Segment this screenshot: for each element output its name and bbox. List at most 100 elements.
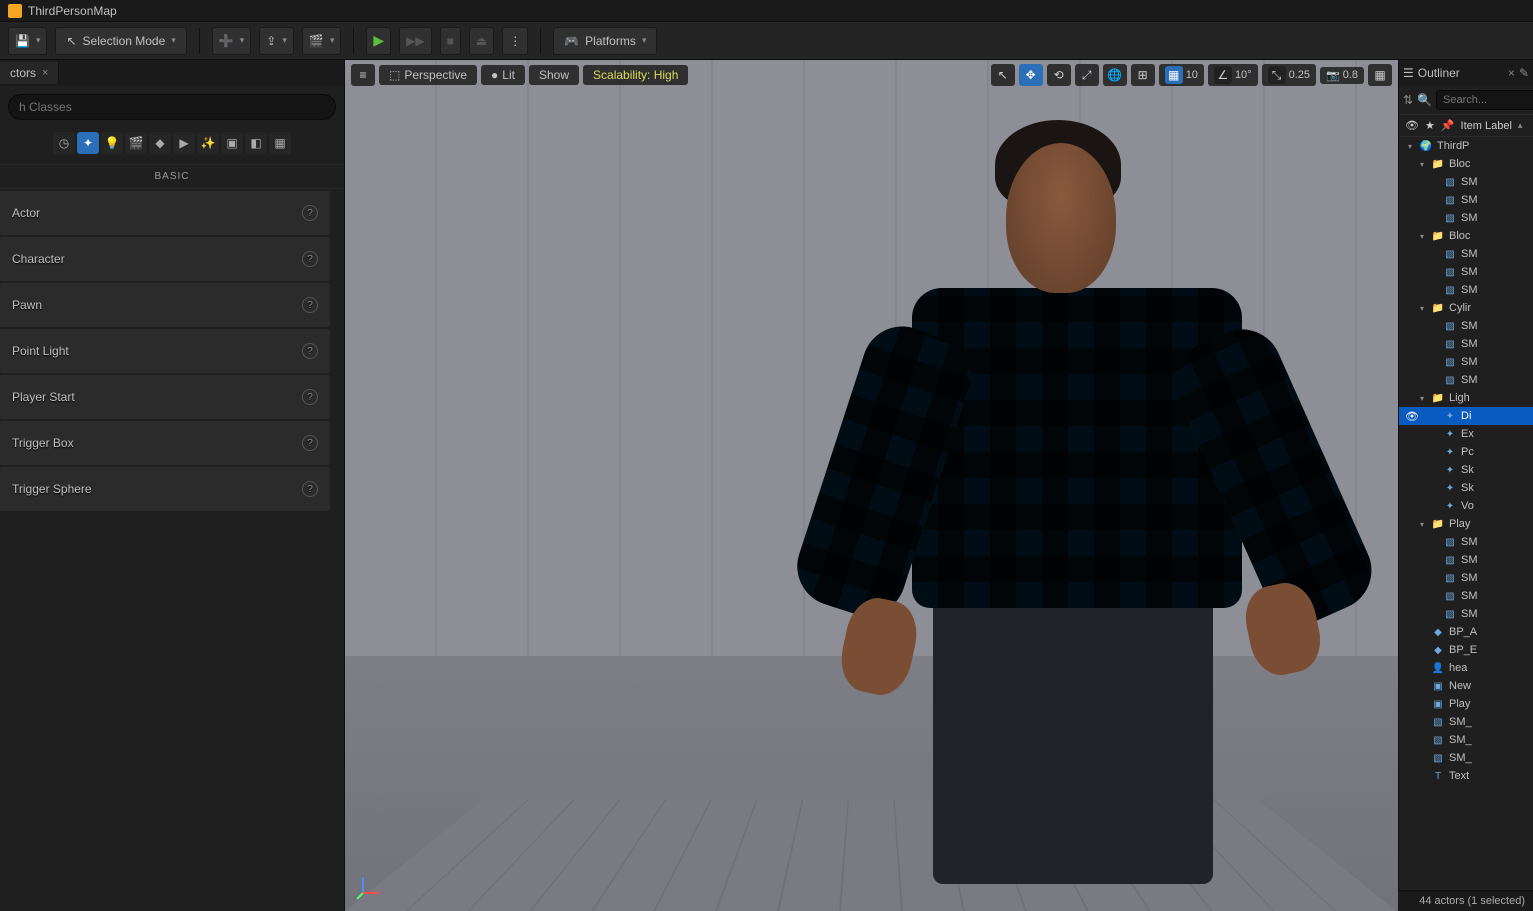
scalability-button[interactable]: Scalability: High — [583, 65, 688, 85]
actor-item[interactable]: Trigger Sphere? — [0, 467, 330, 511]
filter-lights-icon[interactable]: 💡 — [101, 132, 123, 154]
actor-item[interactable]: Point Light? — [0, 329, 330, 373]
add-content-button[interactable]: ➕▾ — [212, 27, 251, 55]
tree-row[interactable]: ▧SM — [1399, 209, 1533, 227]
tree-row[interactable]: ▧SM — [1399, 263, 1533, 281]
viewport[interactable]: ≡ ⬚Perspective ●Lit Show Scalability: Hi… — [345, 60, 1398, 911]
scale-tool-button[interactable]: ⤢ — [1075, 64, 1099, 86]
tree-row[interactable]: ▧SM — [1399, 335, 1533, 353]
tree-row[interactable]: ▾📁Play — [1399, 515, 1533, 533]
tree-row[interactable]: ▧SM_ — [1399, 731, 1533, 749]
tree-row[interactable]: ▧SM — [1399, 245, 1533, 263]
viewport-menu-button[interactable]: ≡ — [351, 64, 375, 86]
select-tool-button[interactable]: ↖ — [991, 64, 1015, 86]
tree-row[interactable]: ▧SM — [1399, 191, 1533, 209]
grid-snap-control[interactable]: ▦10 — [1159, 64, 1204, 86]
tree-row[interactable]: ▧SM — [1399, 353, 1533, 371]
help-icon[interactable]: ? — [302, 389, 318, 405]
tree-row[interactable]: ▧SM — [1399, 371, 1533, 389]
filter-cinematic-icon[interactable]: 🎬 — [125, 132, 147, 154]
perspective-button[interactable]: ⬚Perspective — [379, 65, 477, 85]
help-icon[interactable]: ? — [302, 435, 318, 451]
tree-row[interactable]: ▧SM — [1399, 281, 1533, 299]
camera-speed-control[interactable]: 📷0.8 — [1320, 67, 1364, 84]
actor-item[interactable]: Character? — [0, 237, 330, 281]
filter-media-icon[interactable]: ▶ — [173, 132, 195, 154]
angle-snap-control[interactable]: ∠10° — [1208, 64, 1258, 86]
play-options-button[interactable]: ⋮ — [502, 27, 528, 55]
tree-row[interactable]: ▾📁Cylir — [1399, 299, 1533, 317]
tree-row[interactable]: TText — [1399, 767, 1533, 785]
tree-row[interactable]: ◆BP_E — [1399, 641, 1533, 659]
tree-row[interactable]: ▧SM — [1399, 587, 1533, 605]
tree-row[interactable]: 👤hea — [1399, 659, 1533, 677]
filter-visual-icon[interactable]: ✨ — [197, 132, 219, 154]
tree-row[interactable]: ▧SM — [1399, 317, 1533, 335]
help-icon[interactable]: ? — [302, 205, 318, 221]
tree-row[interactable]: ▧SM_ — [1399, 749, 1533, 767]
tree-row[interactable]: ▣Play — [1399, 695, 1533, 713]
filter-recent-icon[interactable]: ◷ — [53, 132, 75, 154]
actor-item[interactable]: Pawn? — [0, 283, 330, 327]
filter-custom-icon[interactable]: ▦ — [269, 132, 291, 154]
help-icon[interactable]: ? — [302, 481, 318, 497]
surface-snap-button[interactable]: ⊞ — [1131, 64, 1155, 86]
actor-item-label: Trigger Box — [12, 436, 74, 450]
actor-item[interactable]: Trigger Box? — [0, 421, 330, 465]
tree-row[interactable]: ▾📁Ligh — [1399, 389, 1533, 407]
tree-row[interactable]: ✦Sk — [1399, 479, 1533, 497]
tree-row[interactable]: ▧SM_ — [1399, 713, 1533, 731]
tree-row-label: SM_ — [1449, 752, 1472, 764]
cinematics-button[interactable]: 🎬▾ — [302, 27, 341, 55]
tree-row[interactable]: ▧SM — [1399, 605, 1533, 623]
stop-button[interactable]: ■ — [440, 27, 461, 55]
tree-row-label: SM — [1461, 248, 1478, 260]
outliner-column-header[interactable]: 👁 ★ 📌 Item Label ▴ — [1399, 114, 1533, 137]
help-icon[interactable]: ? — [302, 297, 318, 313]
tree-row[interactable]: ▧SM — [1399, 569, 1533, 587]
edit-icon[interactable]: ✎ — [1519, 66, 1529, 80]
translate-tool-button[interactable]: ✥ — [1019, 64, 1043, 86]
search-classes-input[interactable] — [8, 94, 336, 120]
close-icon[interactable]: × — [1508, 66, 1515, 80]
tree-row[interactable]: ✦Sk — [1399, 461, 1533, 479]
outliner-search-input[interactable] — [1436, 90, 1533, 110]
tree-row[interactable]: ✦Pc — [1399, 443, 1533, 461]
help-icon[interactable]: ? — [302, 343, 318, 359]
show-button[interactable]: Show — [529, 65, 579, 85]
tree-row[interactable]: ◆BP_A — [1399, 623, 1533, 641]
close-icon[interactable]: × — [42, 67, 48, 79]
help-icon[interactable]: ? — [302, 251, 318, 267]
tree-row[interactable]: 👁✦Di — [1399, 407, 1533, 425]
skip-button[interactable]: ▶▶ — [399, 27, 431, 55]
viewport-layout-button[interactable]: ▦ — [1368, 64, 1392, 86]
platforms-button[interactable]: 🎮 Platforms ▾ — [553, 27, 657, 55]
filter-shapes-icon[interactable]: ◆ — [149, 132, 171, 154]
scale-snap-control[interactable]: ⤡0.25 — [1262, 64, 1316, 86]
filter-all-icon[interactable]: ◧ — [245, 132, 267, 154]
world-local-button[interactable]: 🌐 — [1103, 64, 1127, 86]
filter-basic-icon[interactable]: ✦ — [77, 132, 99, 154]
tree-row[interactable]: ▧SM — [1399, 533, 1533, 551]
rotate-tool-button[interactable]: ⟲ — [1047, 64, 1071, 86]
play-button[interactable]: ▶ — [366, 27, 391, 55]
tree-row[interactable]: ▧SM — [1399, 173, 1533, 191]
tree-row[interactable]: ✦Vo — [1399, 497, 1533, 515]
actor-item[interactable]: Player Start? — [0, 375, 330, 419]
place-actors-tab[interactable]: ctors × — [0, 62, 59, 84]
tree-row-label: SM_ — [1449, 734, 1472, 746]
tree-row[interactable]: ▾📁Bloc — [1399, 227, 1533, 245]
save-button[interactable]: 💾▾ — [8, 27, 47, 55]
tree-row[interactable]: ▾📁Bloc — [1399, 155, 1533, 173]
tree-root[interactable]: ▾🌍 ThirdP — [1399, 137, 1533, 155]
tree-row[interactable]: ✦Ex — [1399, 425, 1533, 443]
actor-item[interactable]: Actor? — [0, 191, 330, 235]
marketplace-button[interactable]: ⇪▾ — [259, 27, 294, 55]
filter-volumes-icon[interactable]: ▣ — [221, 132, 243, 154]
eject-button[interactable]: ⏏ — [469, 27, 494, 55]
tree-row[interactable]: ▣New — [1399, 677, 1533, 695]
tree-row[interactable]: ▧SM — [1399, 551, 1533, 569]
lit-button[interactable]: ●Lit — [481, 65, 525, 85]
filter-icon[interactable]: ⇅ — [1403, 93, 1413, 107]
selection-mode-button[interactable]: ↖ Selection Mode ▾ — [55, 27, 186, 55]
